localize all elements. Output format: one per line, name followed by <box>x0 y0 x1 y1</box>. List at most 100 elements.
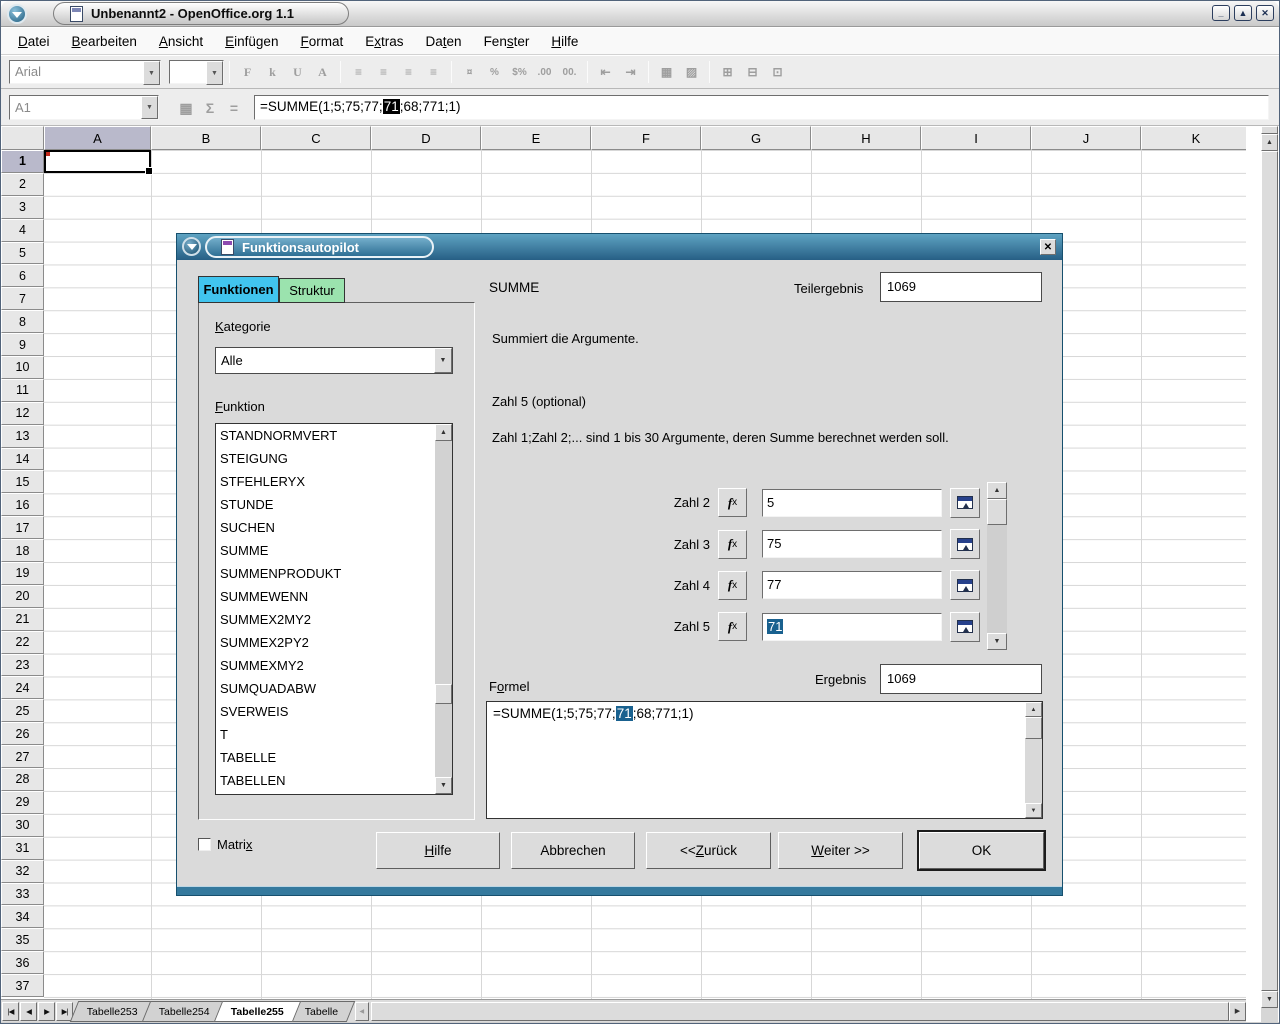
row-header[interactable]: 30 <box>1 814 44 837</box>
argument-input[interactable]: 77 <box>762 571 942 599</box>
selected-cell-cursor[interactable] <box>44 150 151 173</box>
row-header[interactable]: 17 <box>1 516 44 539</box>
remove-decimal-icon[interactable]: 00. <box>557 60 582 84</box>
dialog-titlebar[interactable]: Funktionsautopilot ✕ <box>177 234 1062 260</box>
horizontal-scroll-thumb[interactable] <box>371 1002 1229 1021</box>
font-size-combo[interactable]: ▼ <box>169 60 224 84</box>
function-autopilot-button[interactable]: fx <box>718 530 747 559</box>
function-list-item[interactable]: SUCHEN <box>216 516 435 539</box>
argument-input[interactable]: 71 <box>762 613 942 641</box>
row-header[interactable]: 28 <box>1 768 44 791</box>
menu-item[interactable]: Hilfe <box>540 30 589 53</box>
cell-reference-value[interactable]: A1 <box>10 96 141 119</box>
border-icon[interactable]: ▦ <box>654 60 679 84</box>
menu-item[interactable]: Daten <box>415 30 473 53</box>
standard-format-icon[interactable]: $% <box>507 60 532 84</box>
font-color-icon[interactable]: A <box>310 60 335 84</box>
column-header[interactable]: D <box>371 126 481 150</box>
function-list-item[interactable]: STUNDE <box>216 493 435 516</box>
formula-input[interactable]: =SUMME(1;5;75;77;71;68;771;1) <box>254 95 1269 120</box>
list-scroll-thumb[interactable] <box>435 684 452 704</box>
function-list-item[interactable]: SUMMENPRODUKT <box>216 562 435 585</box>
row-header[interactable]: 15 <box>1 470 44 493</box>
scroll-up-icon[interactable]: ▲ <box>1261 134 1278 151</box>
row-header[interactable]: 35 <box>1 928 44 951</box>
row-header[interactable]: 13 <box>1 425 44 448</box>
dialog-menu-button[interactable] <box>182 237 201 256</box>
row-header[interactable]: 24 <box>1 676 44 699</box>
function-list-scrollbar[interactable]: ▲ ▼ <box>435 424 452 794</box>
function-list-item[interactable]: SUMMEXMY2 <box>216 654 435 677</box>
row-header[interactable]: 36 <box>1 951 44 974</box>
shrink-button[interactable] <box>950 570 980 600</box>
split-handle[interactable] <box>1261 126 1278 134</box>
name-box-dropdown-icon[interactable]: ▼ <box>141 96 158 119</box>
select-all-corner[interactable] <box>1 126 44 150</box>
row-header[interactable]: 3 <box>1 196 44 219</box>
vertical-scroll-thumb[interactable] <box>1261 151 1278 991</box>
argument-input[interactable]: 5 <box>762 489 942 517</box>
align-center-icon[interactable]: ≡ <box>371 60 396 84</box>
row-header[interactable]: 23 <box>1 654 44 677</box>
cell-reference-box[interactable]: A1 ▼ <box>9 95 159 120</box>
sheet-tab[interactable]: Tabelle255 <box>213 1001 300 1022</box>
underline-icon[interactable]: U <box>285 60 310 84</box>
menu-item[interactable]: Datei <box>7 30 61 53</box>
window-menu-button[interactable] <box>7 4 27 24</box>
column-header[interactable]: B <box>151 126 261 150</box>
column-header[interactable]: C <box>261 126 371 150</box>
argument-input[interactable]: 75 <box>762 530 942 558</box>
formula-editor[interactable]: =SUMME(1;5;75;77;71;68;771;1) <box>487 702 1025 818</box>
function-autopilot-button[interactable]: fx <box>718 488 747 517</box>
next-sheet-icon[interactable]: ▶ <box>38 1002 55 1021</box>
align-left-icon[interactable]: ≡ <box>346 60 371 84</box>
formula-scrollbar[interactable]: ▲ ▼ <box>1025 702 1042 818</box>
add-decimal-icon[interactable]: .00 <box>532 60 557 84</box>
column-header[interactable]: A <box>44 126 151 150</box>
menu-item[interactable]: Fenster <box>473 30 541 53</box>
italic-icon[interactable]: k <box>260 60 285 84</box>
previous-sheet-icon[interactable]: ◀ <box>20 1002 37 1021</box>
row-header[interactable]: 11 <box>1 379 44 402</box>
dialog-button[interactable]: Hilfe <box>376 832 500 869</box>
menu-item[interactable]: Bearbeiten <box>61 30 148 53</box>
row-header[interactable]: 37 <box>1 974 44 997</box>
decrease-indent-icon[interactable]: ⇤ <box>593 60 618 84</box>
dialog-button[interactable]: OK <box>919 832 1044 869</box>
tab-funktionen[interactable]: Funktionen <box>198 276 279 303</box>
scroll-right-icon[interactable]: ▶ <box>1229 1002 1246 1021</box>
row-header[interactable]: 21 <box>1 608 44 631</box>
align-right-icon[interactable]: ≡ <box>396 60 421 84</box>
font-size-dropdown-icon[interactable]: ▼ <box>206 61 223 85</box>
column-header[interactable]: K <box>1141 126 1246 150</box>
column-header[interactable]: I <box>921 126 1031 150</box>
dialog-button[interactable]: Abbrechen <box>511 832 635 869</box>
function-list-item[interactable]: TABELLE <box>216 746 435 769</box>
shrink-button[interactable] <box>950 529 980 559</box>
menu-item[interactable]: Extras <box>354 30 414 53</box>
row-header[interactable]: 14 <box>1 448 44 471</box>
dialog-button[interactable]: Weiter >> <box>778 832 903 869</box>
row-header[interactable]: 12 <box>1 402 44 425</box>
row-header[interactable]: 2 <box>1 173 44 196</box>
kategorie-dropdown[interactable]: Alle ▼ <box>215 347 453 374</box>
function-list-item[interactable]: SVERWEIS <box>216 700 435 723</box>
horizontal-scrollbar[interactable]: ▶ <box>371 1002 1246 1021</box>
shrink-button[interactable] <box>950 612 980 642</box>
row-header[interactable]: 10 <box>1 356 44 379</box>
function-autopilot-icon[interactable]: ▦ <box>175 97 197 119</box>
row-header[interactable]: 4 <box>1 219 44 242</box>
font-name-dropdown-icon[interactable]: ▼ <box>143 61 160 85</box>
align-bottom-icon[interactable]: ⊡ <box>765 60 790 84</box>
menu-item[interactable]: Einfügen <box>214 30 289 53</box>
function-autopilot-button[interactable]: fx <box>718 612 747 641</box>
shrink-button[interactable] <box>950 488 980 518</box>
row-header[interactable]: 5 <box>1 242 44 265</box>
scroll-down-icon[interactable]: ▼ <box>1025 803 1042 818</box>
column-header[interactable]: J <box>1031 126 1141 150</box>
kategorie-value[interactable]: Alle <box>216 348 434 373</box>
row-header[interactable]: 29 <box>1 791 44 814</box>
row-header[interactable]: 7 <box>1 287 44 310</box>
row-header[interactable]: 27 <box>1 745 44 768</box>
function-list-item[interactable]: SUMMEX2MY2 <box>216 608 435 631</box>
